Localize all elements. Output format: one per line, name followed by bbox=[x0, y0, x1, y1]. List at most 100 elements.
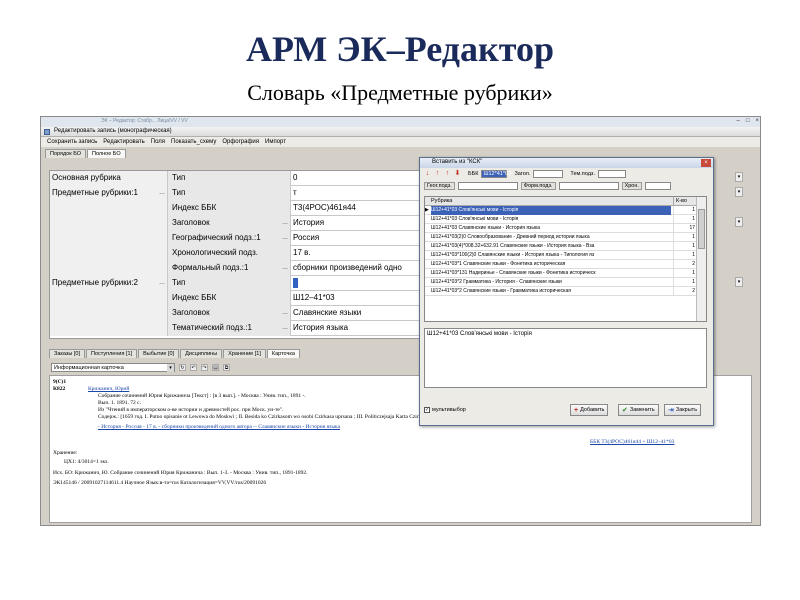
form-subdiv-button[interactable]: Форм.подз. bbox=[520, 182, 556, 190]
rubric-row[interactable]: Ш12+41*03*100(2)0 Славянские языки - Ист… bbox=[425, 251, 697, 260]
dropdown-arrow-icon[interactable]: ▾ bbox=[735, 217, 743, 227]
tab-disciplines[interactable]: Дисциплины bbox=[180, 349, 223, 358]
topic-subdiv-input[interactable] bbox=[598, 170, 626, 178]
menu-show-scheme[interactable]: Показать_схему bbox=[171, 137, 216, 147]
dialog-titlebar: Вставить из "КСК" × bbox=[420, 158, 713, 168]
menu-import[interactable]: Импорт bbox=[265, 137, 286, 147]
subfield-value[interactable]: Славянские языки bbox=[291, 306, 432, 321]
rubric-row[interactable]: Ш12+41*03(4)*008.32+632.91 Славянские яз… bbox=[425, 242, 697, 251]
refresh-icon[interactable]: ↻ bbox=[179, 364, 186, 371]
subfield-value-active[interactable] bbox=[291, 276, 432, 291]
subfield-value[interactable]: Т3(4РОС)461я44 bbox=[291, 201, 432, 216]
field-group-label bbox=[50, 201, 168, 216]
arrow-down-bold-icon[interactable]: ⬇ bbox=[454, 170, 461, 178]
form-subdiv-input[interactable] bbox=[558, 182, 619, 190]
checkmark-icon: ✔ bbox=[622, 406, 628, 414]
text-cursor bbox=[293, 277, 298, 288]
close-button[interactable]: ⇥ Закрыть bbox=[664, 404, 702, 416]
chrono-subdiv-button[interactable]: Хрон. bbox=[621, 182, 642, 190]
rubric-row[interactable]: Ш12+41*03(2)0 Словообразование - Древний… bbox=[425, 233, 697, 242]
scrollbar-thumb[interactable] bbox=[698, 209, 705, 249]
subfield-value[interactable]: История языка bbox=[291, 321, 432, 336]
rubric-table: Рубрика К-во ▶ Ш12+41*03 Слов'янськi мови… bbox=[424, 196, 707, 322]
add-button[interactable]: + Добавить bbox=[570, 404, 609, 416]
tab-storage[interactable]: Хранение [1] bbox=[223, 349, 266, 358]
menu-fields[interactable]: Поля bbox=[151, 137, 165, 147]
tab-disposal[interactable]: Выбытие [0] bbox=[138, 349, 180, 358]
header-count[interactable]: К-во bbox=[673, 197, 697, 206]
arrow-down-icon[interactable]: ↓ bbox=[424, 170, 431, 178]
rubric-row[interactable]: Ш12+41*03 Слов'янськi мови - Історія 1 bbox=[425, 215, 697, 224]
multiselect-checkbox[interactable]: ✓ мультивыбор bbox=[424, 407, 466, 413]
subfield-value[interactable]: 17 в. bbox=[291, 246, 432, 261]
tab-order-bo[interactable]: Порядок БО bbox=[45, 149, 87, 158]
format-select[interactable]: Информационная карточка ▾ bbox=[51, 363, 175, 372]
ellipsis-button[interactable]: ... bbox=[159, 276, 165, 290]
card-author-mark: К822 bbox=[53, 386, 66, 392]
rubric-row[interactable]: Ш12+41*03*2 Славянские языки - Грамматик… bbox=[425, 287, 697, 296]
maximize-icon[interactable]: □ bbox=[746, 118, 750, 124]
arrow-up-icon[interactable]: ↑ bbox=[444, 170, 451, 178]
subfield-value[interactable]: Россия bbox=[291, 231, 432, 246]
undo-icon[interactable]: ↶ bbox=[190, 364, 197, 371]
dropdown-arrow-icon[interactable]: ▾ bbox=[735, 187, 743, 197]
tab-orders[interactable]: Заказы [0] bbox=[49, 349, 86, 358]
field-group-label: Основная рубрика bbox=[50, 171, 168, 186]
card-contents-line: Содерж.: [1659 год. I. Putno opisanie ot… bbox=[98, 414, 437, 420]
ellipsis-button[interactable]: ... bbox=[159, 186, 165, 200]
record-title: Редактировать запись (монографическая) bbox=[54, 128, 172, 134]
rubric-row[interactable]: Ш12+41*03 Славянские языки - История язы… bbox=[425, 224, 697, 233]
subfield-value[interactable]: сборники произведений одно bbox=[291, 261, 432, 276]
rubric-row[interactable]: Ш12+41*03*1 Славянские языки - Фонетика … bbox=[425, 260, 697, 269]
table-scrollbar[interactable] bbox=[696, 197, 706, 321]
field-group-label bbox=[50, 291, 168, 306]
ellipsis-button[interactable]: ... bbox=[282, 321, 288, 335]
menu-save-record[interactable]: Сохранить запись bbox=[47, 137, 97, 147]
tab-receipts[interactable]: Поступления [1] bbox=[86, 349, 138, 358]
row-dropdown-column: ▾ ▾ ▾ ▾ bbox=[735, 172, 745, 341]
subfield-label: Тип bbox=[168, 186, 291, 201]
subfield-value[interactable]: т bbox=[291, 186, 432, 201]
checkbox-checked-icon[interactable]: ✓ bbox=[424, 407, 430, 413]
dropdown-arrow-icon[interactable]: ▾ bbox=[735, 277, 743, 287]
rubric-row[interactable]: Ш12+41*03*2 Грамматика - История - Славя… bbox=[425, 278, 697, 287]
card-author-link[interactable]: Крижанич, Юрий bbox=[88, 386, 129, 393]
rubric-row[interactable]: ▶ Ш12+41*03 Слов'янськi мови - Історія 1 bbox=[425, 206, 697, 215]
tab-full-bo[interactable]: Полное БО bbox=[87, 149, 126, 158]
dropdown-arrow-icon[interactable]: ▾ bbox=[735, 172, 743, 182]
subfield-value[interactable]: Ш12–41*03 bbox=[291, 291, 432, 306]
minimize-icon[interactable]: – bbox=[737, 118, 740, 124]
grid-row: Географический подз.:1... Россия bbox=[50, 231, 432, 246]
ellipsis-button[interactable]: ... bbox=[282, 306, 288, 320]
geo-subdiv-button[interactable]: Геог.подз. bbox=[424, 182, 455, 190]
rubric-row[interactable]: Ш12+41*03*131 Надеринье - Славянские язы… bbox=[425, 269, 697, 278]
record-fields-grid: Основная рубрика Тип 0 Предметные рубрик… bbox=[49, 170, 432, 339]
copy-icon[interactable]: ⧉ bbox=[223, 364, 230, 371]
card-subjects-link[interactable]: - История - Россия - 17 в. - сборники пр… bbox=[98, 424, 340, 431]
close-icon[interactable]: × bbox=[755, 118, 759, 124]
heading-input[interactable] bbox=[533, 170, 564, 178]
tab-card[interactable]: Карточка bbox=[266, 349, 300, 358]
grid-row: Формальный подз.:1... сборники произведе… bbox=[50, 261, 432, 276]
ellipsis-button[interactable]: ... bbox=[282, 216, 288, 230]
replace-button[interactable]: ✔ Заменить bbox=[618, 404, 659, 416]
ellipsis-button[interactable]: ... bbox=[282, 231, 288, 245]
geo-subdiv-input[interactable] bbox=[457, 182, 518, 190]
redo-icon[interactable]: ↷ bbox=[201, 364, 208, 371]
subfield-value[interactable]: 0 bbox=[291, 171, 432, 186]
ellipsis-button[interactable]: ... bbox=[282, 261, 288, 275]
subfield-value[interactable]: История bbox=[291, 216, 432, 231]
print-icon[interactable]: ▤ bbox=[212, 364, 219, 371]
header-rubric[interactable]: Рубрика bbox=[431, 197, 452, 206]
close-icon[interactable]: × bbox=[701, 159, 711, 167]
card-bbk-link[interactable]: ББК Т3(4РОС)461я44 + Ш12–41*03 bbox=[590, 439, 674, 446]
subfield-label: Заголовок... bbox=[168, 306, 291, 321]
arrow-up-icon[interactable]: ↑ bbox=[434, 170, 441, 178]
chevron-down-icon[interactable]: ▾ bbox=[167, 364, 174, 372]
app-title: ЭК – Редактор: Стабр... Лица\VV / VV bbox=[101, 118, 188, 124]
bbk-input[interactable]: Ш12*41*03 bbox=[481, 170, 511, 178]
menu-edit[interactable]: Редактировать bbox=[103, 137, 144, 147]
menu-spelling[interactable]: Орфография bbox=[222, 137, 259, 147]
insert-from-ksk-dialog: Вставить из "КСК" × ↓ ↑ ↑ ⬇ ББК Ш12*41*0… bbox=[419, 157, 714, 426]
chrono-subdiv-input[interactable] bbox=[644, 182, 671, 190]
